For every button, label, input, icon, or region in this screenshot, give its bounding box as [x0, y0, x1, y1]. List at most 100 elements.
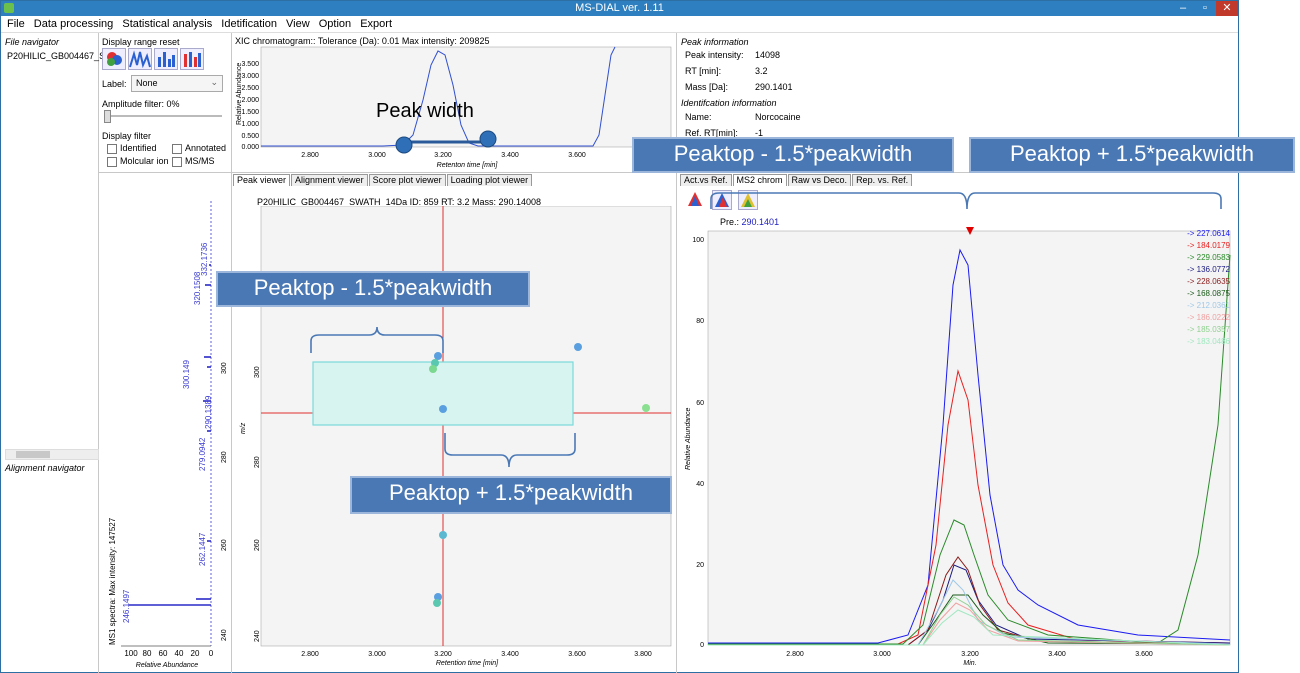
- menu-option[interactable]: Option: [319, 16, 351, 32]
- pv-x-tick: 2.800: [301, 651, 319, 658]
- pv-x-tick: 3.800: [634, 651, 652, 658]
- y-tick: 3.000: [241, 73, 259, 80]
- ms1-mz-tick: 300: [221, 362, 228, 374]
- peak-intensity-key: Peak intensity:: [685, 50, 744, 60]
- checkbox[interactable]: [107, 143, 117, 154]
- ident-info-title: Identifcation information: [681, 98, 777, 108]
- ms1-x-tick: 100: [124, 649, 138, 658]
- menu-view[interactable]: View: [286, 16, 310, 32]
- peak-info-title: Peak information: [681, 37, 749, 47]
- legend-item: -> 186.0222: [1187, 313, 1230, 322]
- display-filter-title: Display filter: [102, 131, 152, 141]
- legend-item: -> 229.0583: [1187, 253, 1230, 262]
- x-tick: 3.600: [568, 152, 586, 159]
- menu-statistical-analysis[interactable]: Statistical analysis: [122, 16, 212, 32]
- pv-x-tick: 3.200: [434, 651, 452, 658]
- y-tick: 3.500: [241, 61, 259, 68]
- rt-value: 3.2: [755, 66, 768, 76]
- ms1-spectrum-chart: 332.1736 320.1508 300.149 290.1389 279.0…: [108, 201, 228, 669]
- menu-export[interactable]: Export: [360, 16, 392, 32]
- checkbox[interactable]: [107, 156, 117, 167]
- filter-msms[interactable]: MS/MS: [172, 156, 215, 167]
- xic-y-label: Relative Abundance: [236, 63, 243, 125]
- y-tick: 0.500: [241, 133, 259, 140]
- checkbox[interactable]: [172, 156, 182, 167]
- main-window: MS-DIAL ver. 1.11 – ▫ ✕ File Data proces…: [0, 0, 1239, 673]
- filter-label: Molcular ion: [120, 156, 169, 166]
- multi-spectrum-icon[interactable]: [180, 48, 204, 70]
- legend-item: -> 168.0875: [1187, 289, 1230, 298]
- ms2-y-tick: 60: [696, 400, 704, 407]
- pv-x-tick: 3.400: [501, 651, 519, 658]
- filter-annotated[interactable]: Annotated: [172, 143, 226, 154]
- label-caption: Label:: [102, 79, 127, 89]
- y-tick: 2.000: [241, 97, 259, 104]
- menu-identification[interactable]: Idetification: [221, 16, 277, 32]
- legend-item: -> 212.0361: [1187, 301, 1230, 310]
- tab-loading-plot-viewer[interactable]: Loading plot viewer: [446, 174, 533, 186]
- ms1-peak-label: 332.1736: [200, 242, 209, 276]
- viewer-tabs: Peak viewer Alignment viewer Score plot vi…: [233, 174, 533, 186]
- filter-label: Annotated: [185, 143, 227, 153]
- y-tick: 2.500: [241, 85, 259, 92]
- legend-item: -> 185.0357: [1187, 325, 1230, 334]
- tab-alignment-viewer[interactable]: Alignment viewer: [291, 174, 368, 186]
- title-bar: MS-DIAL ver. 1.11 – ▫ ✕: [1, 1, 1238, 16]
- minus-brace: [310, 326, 444, 353]
- rt-key: RT [min]:: [685, 66, 722, 76]
- ms1-peak-label: 246.1497: [122, 589, 131, 623]
- label-select[interactable]: None ⌄: [131, 75, 223, 92]
- peak-intensity-value: 14098: [755, 50, 781, 60]
- ms1-x-tick: 20: [191, 649, 200, 658]
- filter-identified[interactable]: Identified: [107, 143, 157, 154]
- ms2-y-tick: 40: [696, 481, 704, 488]
- legend-item: -> 136.0772: [1187, 265, 1230, 274]
- callout-plus-mid: Peaktop + 1.5*peakwidth: [350, 476, 672, 514]
- maximize-button[interactable]: ▫: [1194, 1, 1216, 16]
- pv-y-tick: 240: [254, 630, 261, 642]
- callout-minus-top: Peaktop - 1.5*peakwidth: [632, 137, 954, 173]
- bar-spectrum-icon[interactable]: [154, 48, 178, 70]
- pv-x-tick: 3.600: [568, 651, 586, 658]
- ms2-y-label: Relative Abundance: [685, 407, 692, 470]
- ms2-y-tick: 0: [700, 642, 704, 649]
- menu-file[interactable]: File: [7, 16, 25, 32]
- y-tick: 1.000: [241, 121, 259, 128]
- peak-width-annotation: Peak width: [376, 100, 474, 122]
- ms2-y-tick: 100: [692, 237, 704, 244]
- ms1-x-tick: 80: [143, 649, 152, 658]
- menu-data-processing[interactable]: Data processing: [34, 16, 114, 32]
- legend-item: -> 184.0179: [1187, 241, 1230, 250]
- ms2-chart: 100 80 60 40 20 0 Relative Abundance 2.8…: [685, 227, 1231, 667]
- filter-molecular-ion[interactable]: Molcular ion: [107, 156, 169, 167]
- ms2-x-label: Min.: [963, 660, 976, 667]
- checkbox[interactable]: [172, 143, 182, 154]
- slider-thumb[interactable]: [104, 110, 111, 123]
- horizontal-scrollbar[interactable]: [5, 449, 99, 460]
- ms2-x-tick: 3.400: [1048, 651, 1066, 658]
- pv-y-tick: 300: [254, 366, 261, 378]
- y-tick: 0.000: [241, 144, 259, 151]
- y-tick: 1.500: [241, 109, 259, 116]
- x-tick: 3.000: [368, 152, 386, 159]
- tab-peak-viewer[interactable]: Peak viewer: [233, 174, 291, 186]
- chromatogram-icon[interactable]: [128, 48, 152, 70]
- xic-y-ticks: 3.500 3.000 2.500 2.000 1.500 1.000 0.50…: [241, 61, 259, 151]
- ms1-title: MS1 spectra: Max intensity: 147527: [108, 517, 117, 645]
- scrollbar-thumb[interactable]: [16, 451, 50, 458]
- minimize-button[interactable]: –: [1172, 1, 1194, 16]
- name-value: Norcocaine: [755, 112, 801, 122]
- legend-item: -> 228.0635: [1187, 277, 1230, 286]
- ms1-x-tick: 40: [175, 649, 184, 658]
- color-map-icon[interactable]: [102, 48, 126, 70]
- tab-score-plot-viewer[interactable]: Score plot viewer: [368, 174, 446, 186]
- display-range-reset-label: Display range reset: [102, 37, 180, 47]
- plus-brace: [444, 433, 576, 468]
- ms1-x-label: Relative Abundance: [136, 662, 199, 669]
- filter-label: Identified: [120, 143, 157, 153]
- file-navigator-title: File navigator: [5, 37, 60, 47]
- amplitude-slider[interactable]: [104, 110, 222, 123]
- file-list-item[interactable]: P20HILIC_GB004467_S: [7, 51, 105, 61]
- close-button[interactable]: ✕: [1216, 1, 1238, 16]
- chevron-down-icon: ⌄: [210, 77, 218, 87]
